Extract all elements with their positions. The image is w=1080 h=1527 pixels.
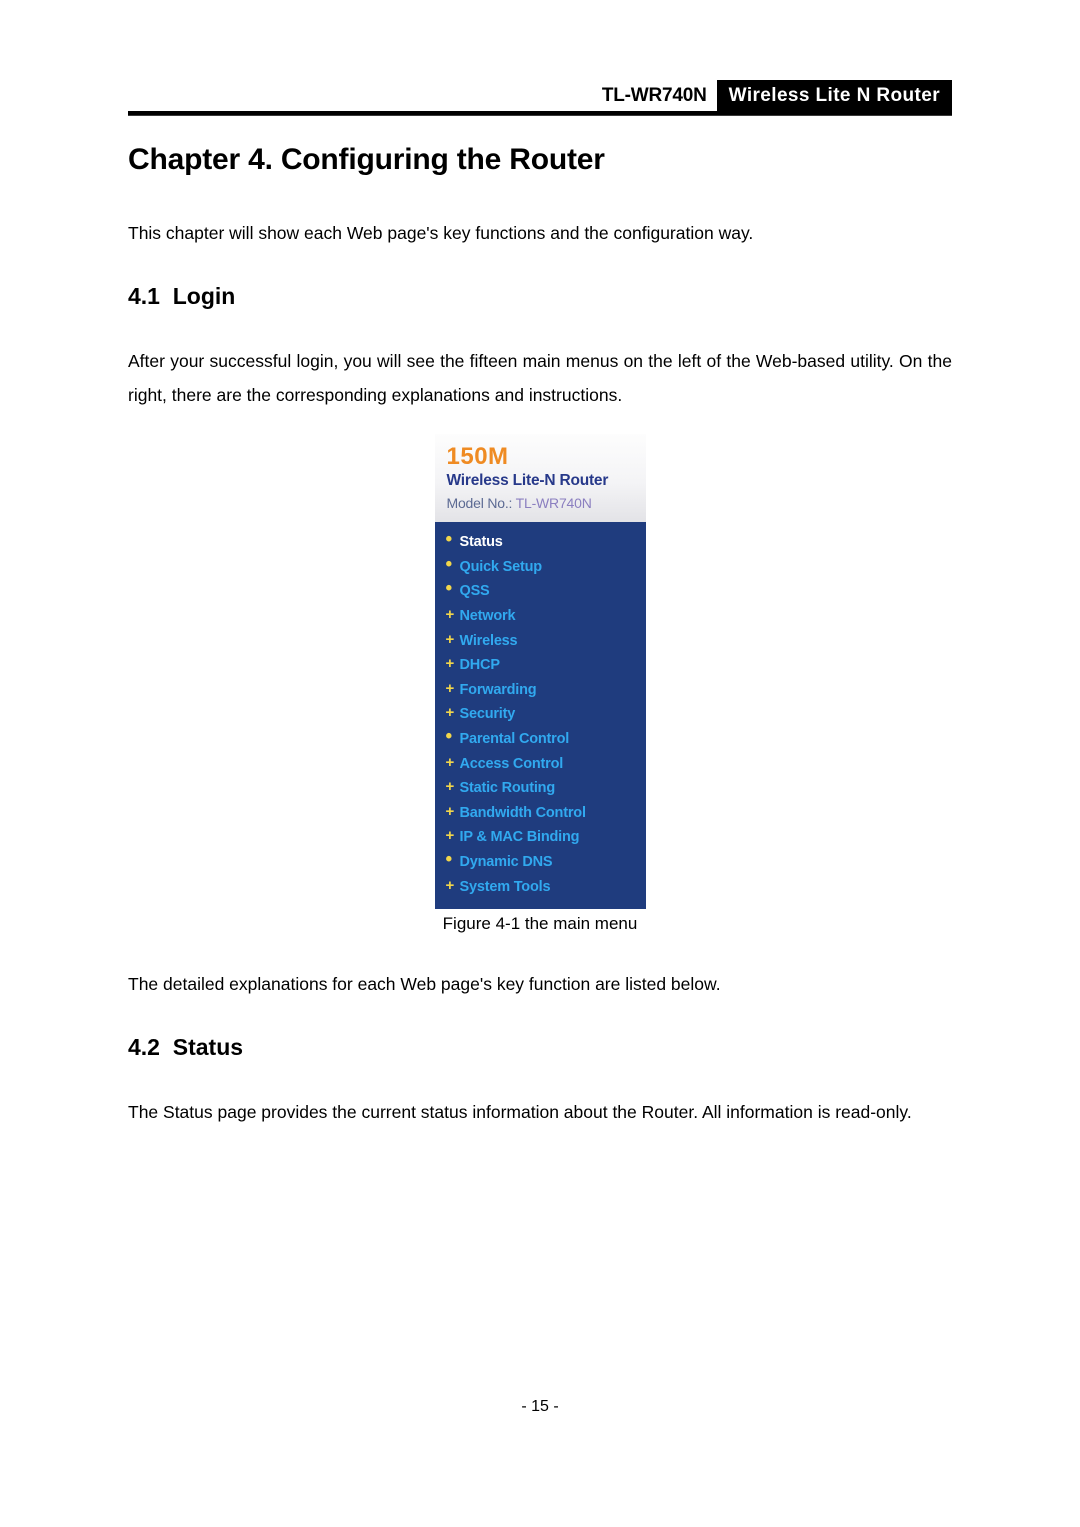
section-title-status: 4.2 Status [128,1033,244,1060]
router-menu-item-label: Access Control [459,755,564,772]
expand-plus-icon: + [445,655,455,673]
router-menu-item-label: Bandwidth Control [459,804,586,821]
router-product-name: Wireless Lite-N Router [446,472,609,489]
expand-plus-icon: + [445,876,455,894]
page-number: - 15 - [521,1398,559,1415]
router-menu-item-quick-setup[interactable]: • Quick Setup [435,555,646,580]
after-figure-paragraph: The detailed explanations for each Web p… [128,973,721,994]
router-panel-header: 150M Wireless Lite-N Router Model No.: T… [434,434,646,522]
router-menu-item-network[interactable]: + Network [435,604,646,629]
router-menu-item-dhcp[interactable]: + DHCP [435,653,646,678]
section-title-login: 4.1 Login [128,283,236,309]
expand-plus-icon: + [445,778,455,796]
figure-caption: Figure 4-1 the main menu [442,913,638,933]
bullet-dot-icon: • [445,726,453,748]
page-running-header: TL-WR740N Wireless Lite N Router [128,78,952,118]
router-menu-item-label: Dynamic DNS [459,854,553,871]
expand-plus-icon: + [445,753,455,771]
router-menu-item-bandwidth-control[interactable]: + Bandwidth Control [435,801,646,826]
document-content: Chapter 4. Configuring the Router This c… [128,140,952,1129]
router-menu-item-forwarding[interactable]: + Forwarding [435,678,646,703]
figure-4-1: 150M Wireless Lite-N Router Model No.: T… [128,434,952,939]
router-menu-item-security[interactable]: + Security [435,702,646,727]
chapter-title: Chapter 4. Configuring the Router [128,143,605,176]
header-row: TL-WR740N Wireless Lite N Router [128,78,952,111]
router-main-menu: • Status • Quick Setup • QSS + Network + Wireless… [434,522,646,909]
router-menu-item-label: DHCP [459,657,500,674]
router-web-ui-panel: 150M Wireless Lite-N Router Model No.: T… [434,434,646,909]
router-model-label: Model No.: [446,495,513,511]
router-menu-item-ip-and-mac-binding[interactable]: + IP & MAC Binding [435,825,646,850]
router-menu-item-label: Static Routing [459,780,556,797]
router-menu-item-label: IP & MAC Binding [459,829,580,846]
expand-plus-icon: + [445,630,455,648]
status-paragraph: The Status page provides the current sta… [128,1101,912,1122]
router-menu-item-wireless[interactable]: + Wireless [435,628,646,653]
router-menu-item-access-control[interactable]: + Access Control [435,751,646,776]
router-speed-label: 150M [446,443,509,470]
router-menu-item-label: Network [459,608,516,625]
router-menu-item-label: Quick Setup [459,558,543,575]
expand-plus-icon: + [445,606,455,624]
expand-plus-icon: + [445,679,455,697]
router-menu-item-status[interactable]: • Status [435,530,646,555]
header-divider-rule [128,111,952,116]
router-menu-item-dynamic-dns[interactable]: • Dynamic DNS [435,850,646,875]
router-menu-item-label: Status [459,534,503,551]
router-menu-item-label: QSS [459,583,490,600]
expand-plus-icon: + [445,827,455,845]
router-menu-item-parental-control[interactable]: • Parental Control [435,727,646,752]
router-menu-item-static-routing[interactable]: + Static Routing [435,776,646,801]
router-menu-item-label: Parental Control [459,731,570,748]
router-model-line: Model No.: TL-WR740N [447,492,646,514]
bullet-dot-icon: • [445,578,453,600]
header-model-number: TL-WR740N [601,85,707,106]
bullet-dot-icon: • [445,849,453,871]
router-menu-item-label: Wireless [459,632,518,649]
chapter-intro-paragraph: This chapter will show each Web page's k… [128,223,754,243]
header-tagline-badge: Wireless Lite N Router [716,80,952,111]
router-menu-item-label: System Tools [459,878,551,895]
router-menu-item-label: Forwarding [459,681,537,698]
bullet-dot-icon: • [445,553,453,575]
login-paragraph: After your successful login, you will se… [128,351,952,405]
bullet-dot-icon: • [445,529,453,551]
expand-plus-icon: + [445,704,455,722]
router-menu-item-system-tools[interactable]: + System Tools [435,874,646,899]
router-menu-item-label: Security [459,706,516,723]
router-menu-item-qss[interactable]: • QSS [435,579,646,604]
expand-plus-icon: + [445,802,455,820]
router-model-value: TL-WR740N [515,495,592,511]
